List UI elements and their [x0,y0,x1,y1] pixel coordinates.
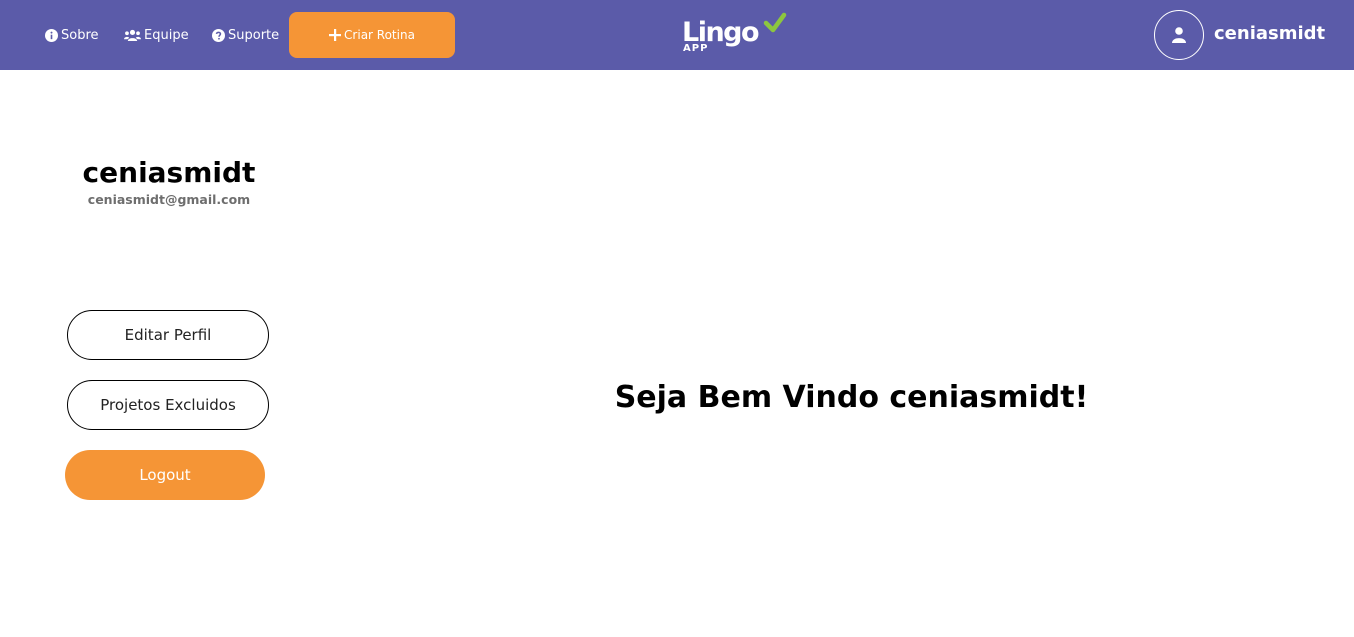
user-avatar-button[interactable] [1154,10,1204,60]
nav-link-sobre-label: Sobre [61,27,99,43]
info-circle-icon [45,28,58,42]
nav-link-equipe[interactable]: Equipe [124,26,189,44]
navbar-username[interactable]: ceniasmidt [1214,23,1325,44]
check-icon [763,12,787,33]
nav-link-equipe-label: Equipe [144,27,189,43]
nav-link-suporte[interactable]: Suporte [212,26,279,44]
profile-name: ceniasmidt [82,156,256,189]
svg-text:APP: APP [683,43,708,54]
deleted-projects-button[interactable]: Projetos Excluidos [67,380,269,430]
profile-email: ceniasmidt@gmail.com [87,192,251,207]
edit-profile-button[interactable]: Editar Perfil [67,310,269,360]
nav-link-suporte-label: Suporte [228,27,280,43]
top-navbar: Sobre Equipe Suporte Criar Rotina Lingo … [0,0,1354,70]
plus-icon [329,29,342,41]
create-routine-label: Criar Rotina [344,28,415,42]
user-icon [1172,27,1186,43]
welcome-message: Seja Bem Vindo ceniasmidt! [614,380,1089,415]
nav-link-sobre[interactable]: Sobre [45,26,99,44]
logout-button[interactable]: Logout [65,450,265,500]
question-circle-icon [212,28,225,42]
users-icon [124,29,141,41]
create-routine-button[interactable]: Criar Rotina [289,12,455,58]
lingo-app-logo[interactable]: Lingo APP [680,12,788,56]
